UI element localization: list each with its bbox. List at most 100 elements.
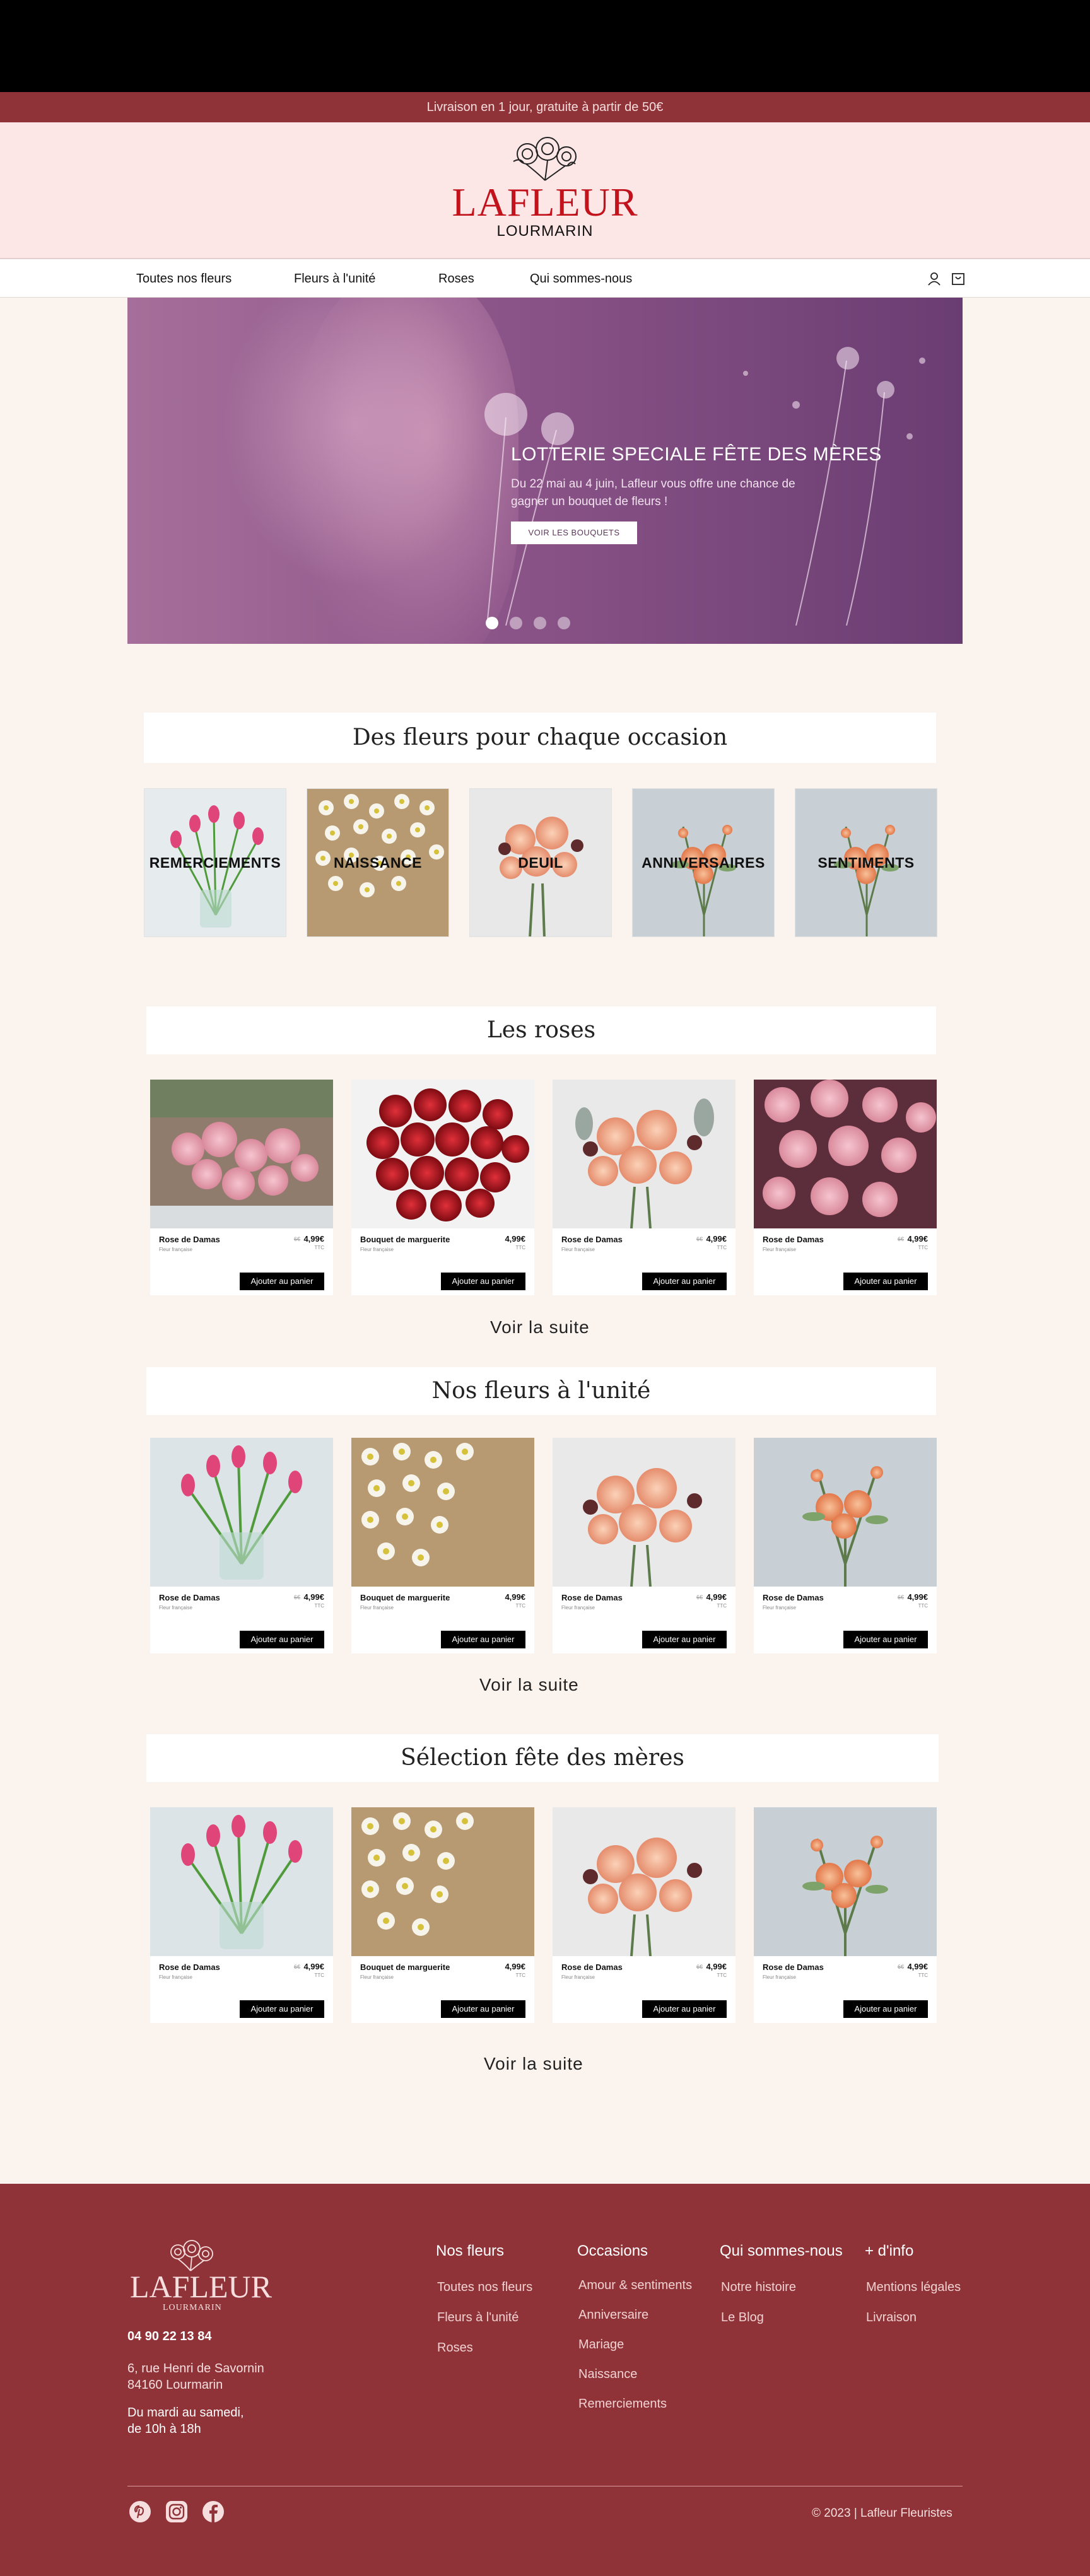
product-old-price: 6€ xyxy=(696,1236,703,1242)
add-to-cart-button[interactable]: Ajouter au panier xyxy=(441,2000,525,2018)
product-card[interactable]: Rose de Damas Fleur française 6€ 4,99€ T… xyxy=(754,1080,937,1295)
footer-link[interactable]: Anniversaire xyxy=(578,2308,648,2322)
product-card[interactable]: Rose de Damas Fleur française 6€ 4,99€ T… xyxy=(553,1080,735,1295)
product-card[interactable]: Bouquet de marguerite Fleur française 4,… xyxy=(351,1438,534,1653)
footer-link[interactable]: Fleurs à l'unité xyxy=(437,2311,519,2325)
product-price: 4,99€ xyxy=(907,1234,928,1244)
add-to-cart-button[interactable]: Ajouter au panier xyxy=(642,2000,727,2018)
product-old-price: 6€ xyxy=(696,1964,703,1970)
carousel-dot-4[interactable] xyxy=(558,617,570,629)
occasion-label: DEUIL xyxy=(518,854,563,871)
footer-link[interactable]: Naissance xyxy=(578,2367,637,2382)
nav-about[interactable]: Qui sommes-nous xyxy=(530,272,632,286)
footer-brand-town: LOURMARIN xyxy=(163,2303,222,2312)
hero-title: LOTTERIE SPECIALE FÊTE DES MÈRES xyxy=(511,444,882,465)
mothers-day-title: Sélection fête des mères xyxy=(146,1734,939,1782)
product-card[interactable]: Rose de Damas Fleur française 6€ 4,99€ T… xyxy=(150,1438,333,1653)
flower-logo-icon xyxy=(170,2240,213,2271)
product-name: Rose de Damas xyxy=(763,1962,824,1972)
product-tax-label: TTC xyxy=(918,1603,928,1609)
footer-col-title-occasions: Occasions xyxy=(577,2242,648,2259)
product-origin: Fleur française xyxy=(360,1605,394,1611)
add-to-cart-button[interactable]: Ajouter au panier xyxy=(441,1631,525,1648)
add-to-cart-button[interactable]: Ajouter au panier xyxy=(843,1631,928,1648)
product-name: Rose de Damas xyxy=(159,1593,220,1602)
footer-link[interactable]: Toutes nos fleurs xyxy=(437,2280,532,2295)
footer-address-line1: 6, rue Henri de Savornin xyxy=(127,2362,264,2375)
product-tax-label: TTC xyxy=(918,1973,928,1978)
footer-link[interactable]: Notre histoire xyxy=(721,2280,796,2295)
product-tax-label: TTC xyxy=(717,1245,727,1250)
product-origin: Fleur française xyxy=(360,1247,394,1252)
occasion-card-anniversaires[interactable]: ANNIVERSAIRES xyxy=(632,788,775,937)
nav-unit-flowers[interactable]: Fleurs à l'unité xyxy=(294,272,375,286)
product-card[interactable]: Rose de Damas Fleur française 6€ 4,99€ T… xyxy=(150,1080,333,1295)
brand-logo[interactable]: LAFLEUR LOURMARIN xyxy=(450,135,640,248)
product-card[interactable]: Rose de Damas Fleur française 6€ 4,99€ T… xyxy=(553,1807,735,2023)
facebook-icon[interactable] xyxy=(202,2500,225,2523)
product-card[interactable]: Rose de Damas Fleur française 6€ 4,99€ T… xyxy=(553,1438,735,1653)
occasion-card-naissance[interactable]: NAISSANCE xyxy=(307,788,449,937)
product-tax-label: TTC xyxy=(717,1973,727,1978)
brand-header: LAFLEUR LOURMARIN xyxy=(0,122,1090,259)
roses-see-more-link[interactable]: Voir la suite xyxy=(490,1317,590,1338)
product-tax-label: TTC xyxy=(314,1245,324,1250)
footer-link[interactable]: Livraison xyxy=(866,2311,917,2325)
hero-cta-button[interactable]: VOIR LES BOUQUETS xyxy=(511,522,637,544)
occasion-card-sentiments[interactable]: SENTIMENTS xyxy=(795,788,937,937)
footer-link[interactable]: Amour & sentiments xyxy=(578,2278,692,2293)
product-tax-label: TTC xyxy=(918,1245,928,1250)
product-price: 4,99€ xyxy=(907,1962,928,1971)
product-card[interactable]: Bouquet de marguerite Fleur française 4,… xyxy=(351,1080,534,1295)
mothers-day-see-more-link[interactable]: Voir la suite xyxy=(484,2054,583,2074)
product-card[interactable]: Rose de Damas Fleur française 6€ 4,99€ T… xyxy=(150,1807,333,2023)
occasion-card-deuil[interactable]: DEUIL xyxy=(469,788,612,937)
instagram-icon[interactable] xyxy=(165,2500,188,2523)
user-icon[interactable] xyxy=(927,272,941,286)
add-to-cart-button[interactable]: Ajouter au panier xyxy=(240,1631,324,1648)
add-to-cart-button[interactable]: Ajouter au panier xyxy=(843,2000,928,2018)
product-old-price: 6€ xyxy=(293,1964,300,1970)
occasions-title: Des fleurs pour chaque occasion xyxy=(144,713,936,763)
product-card[interactable]: Rose de Damas Fleur française 6€ 4,99€ T… xyxy=(754,1438,937,1653)
product-old-price: 6€ xyxy=(897,1236,904,1242)
pink-roses-basket-image xyxy=(150,1080,333,1228)
product-name: Rose de Damas xyxy=(561,1235,623,1244)
add-to-cart-button[interactable]: Ajouter au panier xyxy=(240,1273,324,1290)
occasion-label: ANNIVERSAIRES xyxy=(642,854,765,871)
footer-phone[interactable]: 04 90 22 13 84 xyxy=(127,2329,211,2344)
occasion-card-remerciements[interactable]: REMERCIEMENTS xyxy=(144,788,286,937)
roses-title: Les roses xyxy=(146,1006,936,1054)
product-price: 4,99€ xyxy=(505,1592,525,1602)
footer-link[interactable]: Roses xyxy=(437,2341,473,2355)
carousel-dot-1[interactable] xyxy=(486,617,498,629)
product-price: 4,99€ xyxy=(505,1234,525,1244)
carousel-dot-2[interactable] xyxy=(510,617,522,629)
product-tax-label: TTC xyxy=(314,1603,324,1609)
footer-link[interactable]: Mariage xyxy=(578,2338,624,2352)
product-card[interactable]: Rose de Damas Fleur française 6€ 4,99€ T… xyxy=(754,1807,937,2023)
add-to-cart-button[interactable]: Ajouter au panier xyxy=(843,1273,928,1290)
pinterest-icon[interactable] xyxy=(129,2500,151,2523)
product-tax-label: TTC xyxy=(515,1973,525,1978)
occasion-label: SENTIMENTS xyxy=(818,854,915,871)
add-to-cart-button[interactable]: Ajouter au panier xyxy=(441,1273,525,1290)
footer-link[interactable]: Le Blog xyxy=(721,2311,764,2325)
footer-link[interactable]: Mentions légales xyxy=(866,2280,961,2295)
carousel-dot-3[interactable] xyxy=(534,617,546,629)
product-name: Bouquet de marguerite xyxy=(360,1235,450,1244)
add-to-cart-button[interactable]: Ajouter au panier xyxy=(642,1273,727,1290)
product-origin: Fleur française xyxy=(159,1247,192,1252)
add-to-cart-button[interactable]: Ajouter au panier xyxy=(240,2000,324,2018)
footer-link[interactable]: Remerciements xyxy=(578,2397,667,2411)
unit-flowers-see-more-link[interactable]: Voir la suite xyxy=(479,1675,579,1695)
cart-icon[interactable] xyxy=(951,272,965,286)
product-origin: Fleur française xyxy=(763,1247,796,1252)
nav-roses[interactable]: Roses xyxy=(438,272,474,286)
product-price: 4,99€ xyxy=(303,1234,324,1244)
add-to-cart-button[interactable]: Ajouter au panier xyxy=(642,1631,727,1648)
product-card[interactable]: Bouquet de marguerite Fleur française 4,… xyxy=(351,1807,534,2023)
product-origin: Fleur française xyxy=(763,1605,796,1611)
footer-address-line2: 84160 Lourmarin xyxy=(127,2378,223,2392)
nav-all-flowers[interactable]: Toutes nos fleurs xyxy=(136,272,231,286)
